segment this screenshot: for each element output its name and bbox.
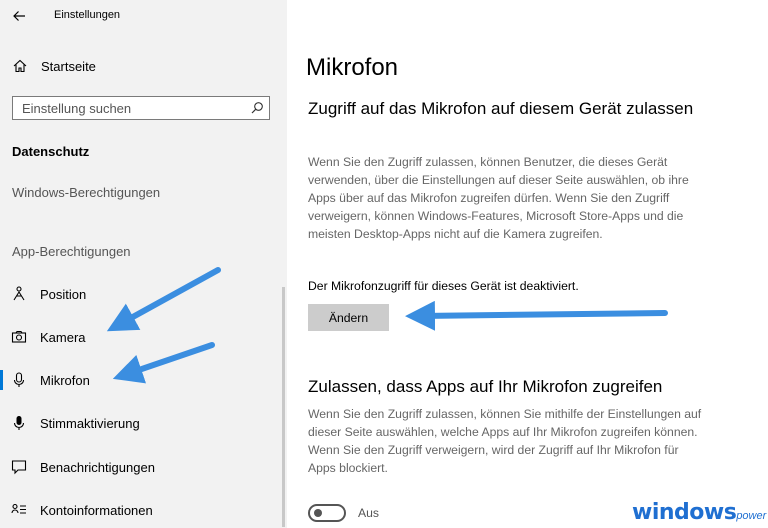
sidebar-item-position[interactable]: Position (0, 276, 287, 312)
sidebar-scrollbar[interactable] (282, 287, 285, 527)
watermark-sub: power (736, 510, 767, 522)
access-status-text: Der Mikrofonzugriff für dieses Gerät ist… (308, 279, 579, 293)
sidebar-item-label: Position (40, 287, 87, 302)
person-icon (13, 286, 25, 301)
search-icon[interactable] (249, 100, 265, 116)
section-heading-app-access: Zulassen, dass Apps auf Ihr Mikrofon zug… (308, 377, 663, 396)
sidebar-item-label: Benachrichtigungen (40, 460, 155, 475)
section-windows-permissions: Windows-Berechtigungen (12, 185, 161, 200)
watermark-main: windows (632, 500, 737, 525)
section-title-datenschutz: Datenschutz (12, 144, 90, 159)
section-app-permissions: App-Berechtigungen (12, 244, 131, 259)
back-button[interactable] (10, 6, 30, 26)
section-description-app-access: Wenn Sie den Zugriff zulassen, können Si… (308, 407, 702, 475)
main-content: Mikrofon Zugriff auf das Mikrofon auf di… (287, 0, 768, 528)
sidebar-item-kontoinformationen[interactable]: Kontoinformationen (0, 492, 287, 528)
microphone-icon (13, 372, 25, 387)
watermark-logo: windowspower (632, 500, 766, 528)
sidebar-item-mikrofon[interactable]: Mikrofon (0, 362, 287, 398)
toggle-state-label: Aus (358, 506, 380, 520)
title-bar: Einstellungen (0, 0, 287, 32)
app-access-toggle[interactable] (308, 504, 346, 522)
sidebar: Einstellungen Startseite Datenschutz Win… (0, 0, 287, 528)
sidebar-item-label: Startseite (41, 59, 96, 74)
toggle-knob (314, 509, 322, 517)
sidebar-item-home[interactable]: Startseite (0, 52, 287, 82)
selection-indicator (0, 370, 3, 390)
camera-icon (11, 330, 27, 343)
notification-icon (11, 460, 27, 475)
section-heading-device-access: Zugriff auf das Mikrofon auf diesem Gerä… (308, 99, 694, 118)
sidebar-item-label: Stimmaktivierung (40, 416, 140, 431)
sidebar-item-label: Mikrofon (40, 373, 90, 388)
back-arrow-icon (13, 11, 25, 21)
sidebar-item-label: Kamera (40, 330, 86, 345)
change-button[interactable]: Ändern (308, 304, 389, 331)
search-input[interactable] (13, 97, 252, 119)
search-box[interactable] (12, 96, 270, 120)
microphone-filled-icon (13, 416, 25, 430)
window-title: Einstellungen (54, 9, 121, 21)
home-icon (13, 59, 27, 73)
sidebar-item-benachrichtigungen[interactable]: Benachrichtigungen (0, 449, 287, 485)
account-info-icon (11, 503, 26, 514)
sidebar-item-kamera[interactable]: Kamera (0, 319, 287, 355)
section-description-device-access: Wenn Sie den Zugriff zulassen, können Be… (308, 155, 689, 241)
sidebar-item-stimmaktivierung[interactable]: Stimmaktivierung (0, 405, 287, 441)
page-title: Mikrofon (306, 54, 399, 81)
sidebar-item-label: Kontoinformationen (40, 503, 153, 518)
